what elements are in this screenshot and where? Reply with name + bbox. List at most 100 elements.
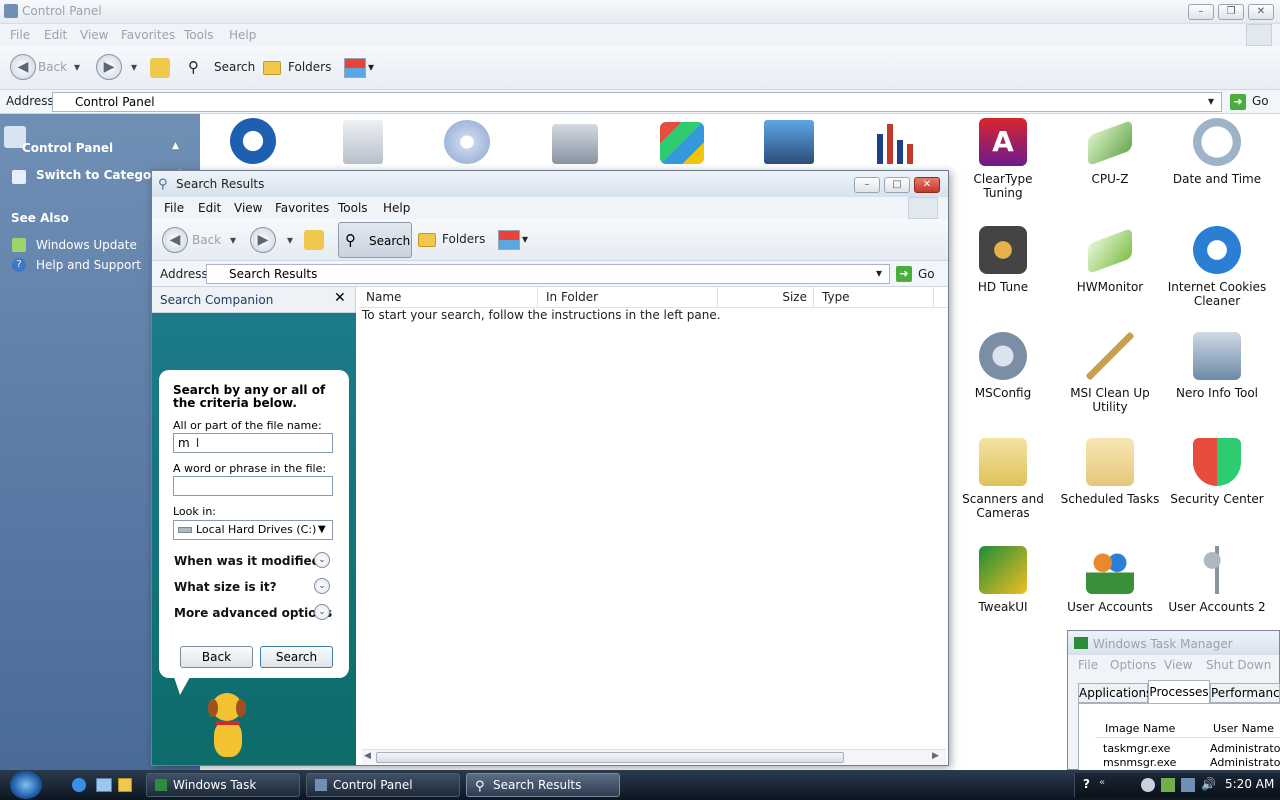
sr-address-dropdown-icon[interactable]: ▾	[876, 266, 882, 280]
sr-minimize-button[interactable]: –	[854, 177, 880, 193]
internet-cookies-cleaner-item[interactable]: e Internet Cookies Cleaner	[1167, 226, 1267, 308]
sr-menu-tools[interactable]: Tools	[338, 201, 368, 215]
tweakui-item[interactable]: TweakUI	[953, 546, 1053, 614]
forward-arrow-icon[interactable]: ▶	[96, 54, 122, 80]
windows-flag-icon[interactable]	[660, 122, 704, 164]
collapse-chevron-icon[interactable]: ▲	[172, 141, 179, 151]
sr-forward-arrow-icon[interactable]: ▶	[250, 227, 276, 253]
accessibility-icon[interactable]	[230, 118, 276, 164]
user-accounts-item[interactable]: User Accounts	[1060, 546, 1160, 614]
security-center-item[interactable]: Security Center	[1167, 438, 1267, 506]
menu-edit[interactable]: Edit	[44, 28, 67, 42]
hd-tune-item[interactable]: HD Tune	[953, 226, 1053, 294]
date-and-time-item[interactable]: Date and Time	[1167, 118, 1267, 186]
sr-maximize-button[interactable]: □	[884, 177, 910, 193]
forward-dropdown-icon[interactable]: ▾	[131, 60, 137, 74]
back-button-label[interactable]: Back	[38, 60, 67, 74]
tray-shield-icon[interactable]	[1161, 778, 1175, 792]
back-arrow-icon[interactable]: ◀	[10, 54, 36, 80]
scroll-right-icon[interactable]: ▶	[932, 751, 939, 761]
tm-tab-performance[interactable]: Performance	[1210, 683, 1280, 703]
quicklaunch-ie-icon[interactable]	[72, 778, 86, 792]
scheduled-tasks-item[interactable]: Scheduled Tasks	[1060, 438, 1160, 506]
quicklaunch-desktop-icon[interactable]	[96, 778, 112, 792]
address-input[interactable]: Control Panel	[52, 92, 1222, 112]
expand-chevron-icon[interactable]: ⌄	[314, 578, 330, 594]
scrollbar-thumb[interactable]	[376, 752, 844, 763]
network-transfer-icon[interactable]	[764, 120, 814, 164]
sr-views-icon[interactable]	[498, 230, 520, 250]
sr-forward-dropdown-icon[interactable]: ▾	[287, 233, 293, 247]
menu-help[interactable]: Help	[229, 28, 256, 42]
start-button[interactable]	[10, 771, 42, 799]
go-button[interactable]: Go	[1252, 94, 1269, 108]
companion-search-button[interactable]: Search	[260, 646, 333, 668]
sr-menu-file[interactable]: File	[164, 201, 184, 215]
close-button[interactable]: ✕	[1248, 4, 1274, 20]
minimize-button[interactable]: –	[1188, 4, 1214, 20]
folders-button[interactable]: Folders	[288, 60, 331, 74]
views-icon[interactable]	[344, 58, 366, 78]
taskbar-control-panel[interactable]: Control Panel	[306, 773, 460, 797]
menu-favorites[interactable]: Favorites	[121, 28, 175, 42]
taskbar-clock[interactable]: 5:20 AM	[1225, 777, 1274, 791]
views-dropdown-icon[interactable]: ▾	[368, 60, 374, 74]
column-type[interactable]: Type	[814, 287, 934, 307]
taskbar-task-manager[interactable]: Windows Task Mana...	[146, 773, 300, 797]
sr-menu-help[interactable]: Help	[383, 201, 410, 215]
sr-go-button[interactable]: Go	[918, 267, 935, 281]
cd-icon[interactable]	[444, 120, 490, 164]
column-name[interactable]: Name	[358, 287, 538, 307]
msi-clean-up-item[interactable]: MSI Clean Up Utility	[1060, 332, 1160, 414]
up-folder-icon[interactable]	[150, 58, 170, 78]
sr-search-button[interactable]: ⚲ Search	[338, 222, 412, 258]
search-icon[interactable]: ⚲	[188, 58, 199, 76]
sr-views-dropdown-icon[interactable]: ▾	[522, 232, 528, 246]
address-dropdown-icon[interactable]: ▾	[1208, 94, 1214, 108]
admin-tools-icon[interactable]	[552, 124, 598, 164]
quicklaunch-folder-icon[interactable]	[118, 778, 132, 792]
lookin-select[interactable]: Local Hard Drives (C:) ▼	[173, 520, 333, 540]
sr-back-arrow-icon[interactable]: ◀	[162, 227, 188, 253]
sr-folders-icon[interactable]	[418, 233, 436, 247]
option-when-modified[interactable]: When was it modified?	[174, 554, 327, 568]
tray-network-icon[interactable]	[1181, 778, 1195, 792]
scanners-and-cameras-item[interactable]: Scanners and Cameras	[953, 438, 1053, 520]
cpu-z-item[interactable]: CPU-Z	[1060, 118, 1160, 186]
filename-input[interactable]: mI	[173, 433, 333, 453]
search-dog-icon[interactable]	[204, 693, 252, 759]
sr-go-arrow-icon[interactable]: ➜	[896, 266, 912, 282]
tm-tab-processes[interactable]: Processes	[1148, 680, 1210, 703]
column-size[interactable]: Size	[718, 287, 814, 307]
sr-back-button-label[interactable]: Back	[192, 233, 221, 247]
sr-back-dropdown-icon[interactable]: ▾	[230, 233, 236, 247]
column-in-folder[interactable]: In Folder	[538, 287, 718, 307]
sr-up-folder-icon[interactable]	[304, 230, 324, 250]
sr-close-button[interactable]: ✕	[914, 177, 940, 193]
go-arrow-icon[interactable]: ➜	[1230, 94, 1246, 110]
expand-chevron-icon[interactable]: ⌄	[314, 552, 330, 568]
phrase-input[interactable]	[173, 476, 333, 496]
tray-help-icon[interactable]: ?	[1083, 777, 1090, 791]
tm-tab-applications[interactable]: Applications	[1078, 683, 1152, 703]
add-remove-programs-icon[interactable]	[343, 120, 383, 164]
folders-icon[interactable]	[263, 61, 281, 75]
search-button[interactable]: Search	[214, 60, 255, 74]
tray-chevron-icon[interactable]: «	[1099, 777, 1105, 788]
option-size[interactable]: What size is it?	[174, 580, 277, 594]
horizontal-scrollbar[interactable]: ◀ ▶	[362, 749, 946, 765]
menu-view[interactable]: View	[80, 28, 108, 42]
sr-menu-favorites[interactable]: Favorites	[275, 201, 329, 215]
cleartype-tuning-item[interactable]: A ClearType Tuning	[953, 118, 1053, 200]
tray-volume-icon[interactable]: 🔊	[1201, 777, 1216, 791]
tm-col-image[interactable]: Image Name	[1105, 722, 1175, 735]
scroll-left-icon[interactable]: ◀	[364, 751, 371, 761]
msconfig-item[interactable]: MSConfig	[953, 332, 1053, 400]
sr-address-input[interactable]: Search Results	[206, 264, 890, 284]
tm-row-image[interactable]: taskmgr.exe	[1103, 742, 1170, 755]
tm-menu-options[interactable]: Options	[1110, 658, 1156, 672]
sr-folders-button[interactable]: Folders	[442, 232, 485, 246]
tm-col-user[interactable]: User Name	[1213, 722, 1274, 735]
tray-users-icon[interactable]	[1141, 778, 1155, 792]
companion-back-button[interactable]: Back	[180, 646, 253, 668]
